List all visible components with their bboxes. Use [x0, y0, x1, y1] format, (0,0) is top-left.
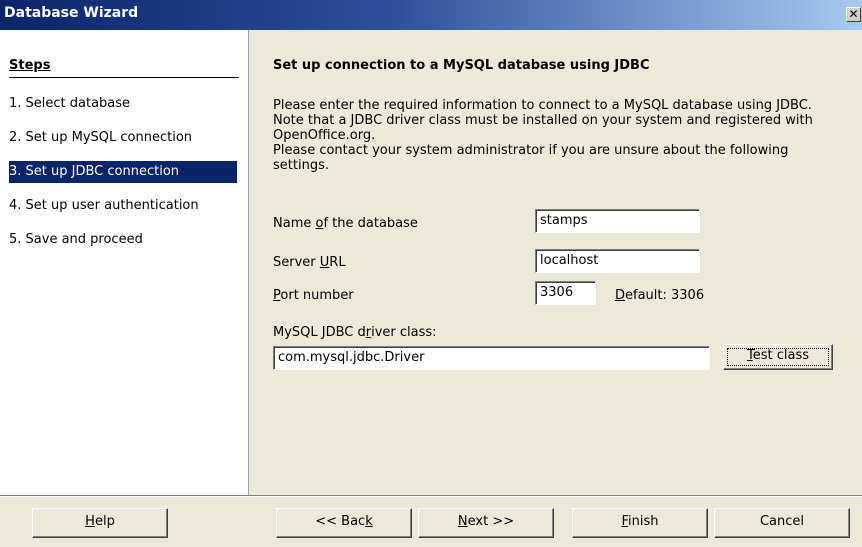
window-title: Database Wizard [4, 5, 139, 21]
step-setup-jdbc[interactable]: 3. Set up JDBC connection [9, 161, 237, 183]
port-input[interactable]: 3306 [535, 281, 596, 305]
driver-class-input[interactable]: com.mysql.jdbc.Driver [273, 346, 710, 370]
title-bar: Database Wizard ✕ [0, 0, 862, 30]
db-name-input[interactable]: stamps [535, 209, 700, 233]
port-default-label: Default: 3306 [615, 288, 705, 303]
step-setup-mysql[interactable]: 2. Set up MySQL connection [9, 127, 196, 149]
finish-button[interactable]: Finish [572, 508, 708, 538]
close-button[interactable]: ✕ [846, 7, 861, 22]
steps-divider [9, 77, 239, 78]
page-title: Set up connection to a MySQL database us… [273, 58, 650, 73]
steps-panel: Steps 1. Select database 2. Set up MySQL… [0, 30, 249, 495]
test-class-button[interactable]: Test class [723, 344, 833, 370]
back-button[interactable]: << Back [276, 508, 412, 538]
server-url-input[interactable]: localhost [535, 249, 700, 273]
port-label: Port number [273, 288, 354, 303]
description-line: OpenOffice.org. [273, 128, 376, 143]
driver-class-label: MySQL JDBC driver class: [273, 325, 437, 340]
footer-divider-highlight [0, 496, 862, 497]
step-user-auth[interactable]: 4. Set up user authentication [9, 195, 203, 217]
close-icon: ✕ [848, 7, 859, 21]
steps-heading: Steps [9, 58, 51, 73]
help-button[interactable]: Help [32, 508, 168, 538]
description-line: Please enter the required information to… [273, 98, 812, 113]
description-line: Please contact your system administrator… [273, 143, 789, 158]
step-select-database[interactable]: 1. Select database [9, 93, 134, 115]
server-url-label: Server URL [273, 255, 346, 270]
next-button[interactable]: Next >> [418, 508, 554, 538]
description-line: Note that a JDBC driver class must be in… [273, 113, 813, 128]
db-name-label: Name of the database [273, 216, 418, 231]
cancel-button[interactable]: Cancel [714, 508, 850, 538]
description: Please enter the required information to… [273, 98, 843, 173]
step-save-proceed[interactable]: 5. Save and proceed [9, 229, 147, 251]
description-line: settings. [273, 158, 329, 173]
